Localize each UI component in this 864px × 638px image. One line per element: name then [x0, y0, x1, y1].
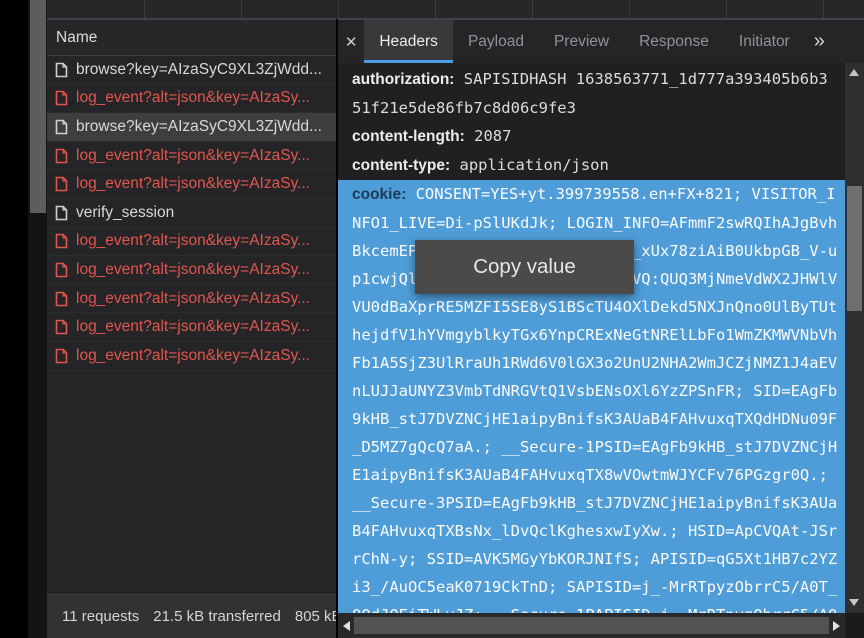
header-line: NFO1_LIVE=Di-pSlUKdJk; LOGIN_INFO=AFmmF2… [338, 209, 845, 237]
header-name: cookie: [352, 186, 406, 203]
request-label: log_event?alt=json&key=AIzaSy... [76, 290, 310, 308]
scroll-right-icon[interactable] [833, 621, 840, 631]
request-list: browse?key=AIzaSyC9XL3ZjWdd... log_event… [47, 56, 336, 371]
name-column-header[interactable]: Name [47, 20, 336, 56]
request-row[interactable]: browse?key=AIzaSyC9XL3ZjWdd... [47, 113, 336, 142]
scroll-up-icon[interactable] [849, 69, 859, 76]
scroll-down-icon[interactable] [849, 599, 859, 606]
request-detail-panel: ✕ HeadersPayloadPreviewResponseInitiator… [338, 19, 864, 638]
header-line: content-type: application/json [338, 151, 845, 180]
file-icon [55, 319, 68, 335]
tab-preview[interactable]: Preview [539, 20, 624, 63]
horizontal-scrollbar-thumb[interactable] [354, 617, 829, 634]
close-icon[interactable]: ✕ [338, 20, 364, 63]
file-icon [55, 205, 68, 221]
header-line: _D5MZ7gQcQ7aA.; __Secure-1PSID=EAgFb9kHB… [338, 433, 845, 461]
file-icon [55, 62, 68, 78]
header-line: E1aipyBnifsK3AUaB4FAHvuxqTX8wVOwtmWJYCFv… [338, 461, 845, 489]
request-row[interactable]: log_event?alt=json&key=AIzaSy... [47, 228, 336, 257]
request-row[interactable]: log_event?alt=json&key=AIzaSy... [47, 170, 336, 199]
header-line: nLUJJaUNYZ3VmbTdNRGVtQ1VsbENsOXl6YzZPSnF… [338, 377, 845, 405]
scrollbar-corner [845, 613, 864, 638]
scroll-left-icon[interactable] [343, 621, 350, 631]
header-lines: authorization: SAPISIDHASH 1638563771_1d… [338, 65, 845, 180]
tab-initiator[interactable]: Initiator [724, 20, 805, 63]
header-line: __Secure-3PSID=EAgFb9kHB_stJ7DVZNCjHE1ai… [338, 489, 845, 517]
request-count: 11 requests [62, 608, 139, 625]
tab-headers[interactable]: Headers [364, 20, 453, 63]
header-line: B4FAHvuxqTXBsNx_lDvQclKghesxwIyXw.; HSID… [338, 517, 845, 545]
tab-response[interactable]: Response [624, 20, 724, 63]
file-icon [55, 233, 68, 249]
detail-tabs: HeadersPayloadPreviewResponseInitiator [364, 20, 804, 63]
request-row[interactable]: log_event?alt=json&key=AIzaSy... [47, 285, 336, 314]
file-icon [55, 348, 68, 364]
header-name: authorization: [352, 71, 454, 88]
request-row[interactable]: log_event?alt=json&key=AIzaSy... [47, 313, 336, 342]
header-line: cookie: CONSENT=YES+yt.399739558.en+FX+8… [338, 180, 845, 209]
file-icon [55, 176, 68, 192]
request-row[interactable]: log_event?alt=json&key=AIzaSy... [47, 342, 336, 371]
resources-size: 805 kB [295, 608, 336, 625]
header-line: hejdfV1hYVmgyblkyTGx6YnpCRExNeGtNRElLbFo… [338, 321, 845, 349]
page-scrollbar[interactable] [28, 0, 47, 638]
detail-tab-bar: ✕ HeadersPayloadPreviewResponseInitiator… [338, 20, 864, 63]
header-name: content-type: [352, 157, 450, 174]
request-label: log_event?alt=json&key=AIzaSy... [76, 318, 310, 336]
file-icon [55, 148, 68, 164]
transferred-size: 21.5 kB transferred [153, 608, 281, 625]
request-label: log_event?alt=json&key=AIzaSy... [76, 261, 310, 279]
header-line: content-length: 2087 [338, 122, 845, 151]
tab-payload[interactable]: Payload [453, 20, 539, 63]
header-line: rChN-y; SSID=AVK5MGyYbKORJNIfS; APISID=q… [338, 545, 845, 573]
copy-value-label: Copy value [473, 255, 576, 279]
header-name: content-length: [352, 128, 465, 145]
headers-content: authorization: SAPISIDHASH 1638563771_1d… [338, 63, 845, 614]
horizontal-scrollbar[interactable] [338, 613, 845, 638]
header-line: 51f21e5de86fb7c8d06c9fe3 [338, 94, 845, 122]
request-label: log_event?alt=json&key=AIzaSy... [76, 175, 310, 193]
request-row[interactable]: browse?key=AIzaSyC9XL3ZjWdd... [47, 56, 336, 85]
header-line: Fb1A5SjZ3UlRraUh1RWd6V0lGX3o2UnU2NHA2WmJ… [338, 349, 845, 377]
requests-panel: Name browse?key=AIzaSyC9XL3ZjWdd... log_… [47, 19, 336, 638]
file-icon [55, 262, 68, 278]
vertical-scrollbar[interactable] [845, 63, 864, 614]
request-label: log_event?alt=json&key=AIzaSy... [76, 347, 310, 365]
header-line: VU0dBaXprRE5MZFI5SE8yS1BScTU4OXlDekd5NXJ… [338, 293, 845, 321]
network-overview-strip [47, 0, 864, 19]
request-label: log_event?alt=json&key=AIzaSy... [76, 89, 310, 107]
page-scrollbar-thumb[interactable] [30, 0, 46, 213]
header-line: 9kHB_stJ7DVZNCjHE1aipyBnifsK3AUaB4FAHvux… [338, 405, 845, 433]
request-label: log_event?alt=json&key=AIzaSy... [76, 232, 310, 250]
header-line: authorization: SAPISIDHASH 1638563771_1d… [338, 65, 845, 94]
file-icon [55, 119, 68, 135]
request-row[interactable]: log_event?alt=json&key=AIzaSy... [47, 85, 336, 114]
request-label: verify_session [76, 204, 174, 222]
copy-value-menu[interactable]: Copy value [415, 240, 634, 294]
summary-bar: 11 requests 21.5 kB transferred 805 kB [47, 594, 336, 638]
file-icon [55, 90, 68, 106]
name-column-label: Name [56, 29, 97, 47]
request-label: log_event?alt=json&key=AIzaSy... [76, 147, 310, 165]
request-row[interactable]: log_event?alt=json&key=AIzaSy... [47, 256, 336, 285]
more-tabs-icon[interactable]: » [805, 20, 834, 63]
file-icon [55, 291, 68, 307]
request-row[interactable]: verify_session [47, 199, 336, 228]
request-row[interactable]: log_event?alt=json&key=AIzaSy... [47, 142, 336, 171]
request-label: browse?key=AIzaSyC9XL3ZjWdd... [76, 118, 322, 136]
devtools-network-panel: Name browse?key=AIzaSyC9XL3ZjWdd... log_… [0, 0, 864, 638]
vertical-scrollbar-thumb[interactable] [847, 186, 862, 311]
request-label: browse?key=AIzaSyC9XL3ZjWdd... [76, 61, 322, 79]
header-line: i3_/AuOC5eaK0719CkTnD; SAPISID=j_-MrRTpy… [338, 573, 845, 601]
